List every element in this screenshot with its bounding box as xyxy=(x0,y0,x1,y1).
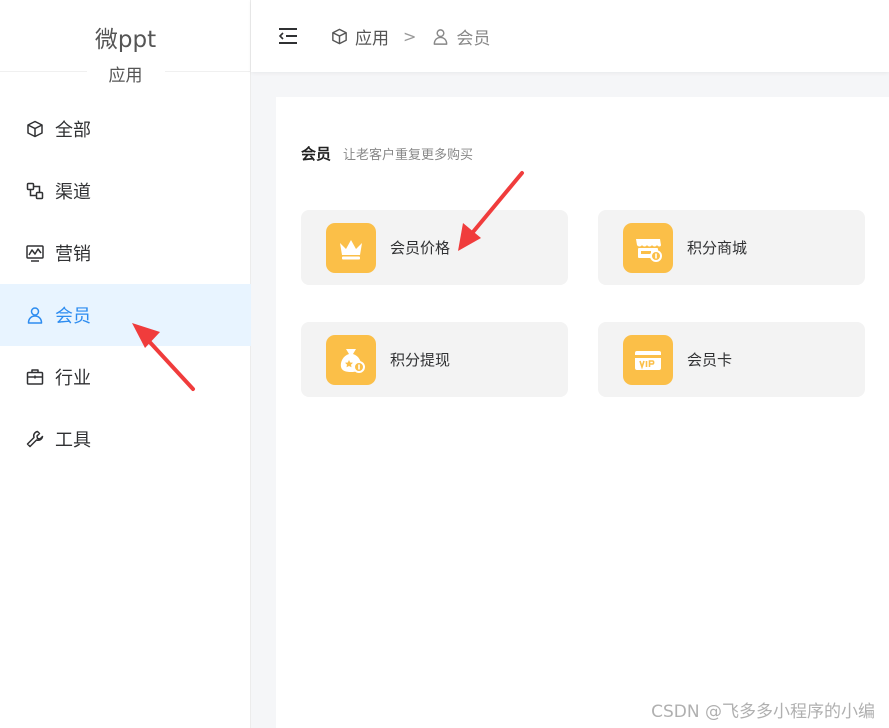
section-header: 会员 让老客户重复更多购买 xyxy=(301,143,473,164)
section-description: 让老客户重复更多购买 xyxy=(343,148,474,163)
sidebar-item-label: 工具 xyxy=(55,430,91,451)
content-panel: 会员 让老客户重复更多购买 会员价格 积分商城 积分提现 会员卡 xyxy=(276,97,889,728)
section-title: 会员 xyxy=(301,145,332,163)
sidebar-menu: 全部 渠道 营销 会员 行业 工具 xyxy=(0,98,251,470)
tile-points-withdraw[interactable]: 积分提现 xyxy=(301,322,568,397)
crown-icon xyxy=(326,222,376,273)
sidebar-item-marketing[interactable]: 营销 xyxy=(0,222,251,284)
sidebar-item-label: 营销 xyxy=(55,244,91,265)
cube-icon xyxy=(329,26,349,46)
sidebar-item-all[interactable]: 全部 xyxy=(0,98,251,160)
sidebar-item-label: 行业 xyxy=(55,368,91,389)
sidebar-item-label: 渠道 xyxy=(55,182,91,203)
chart-monitor-icon xyxy=(24,242,46,264)
sidebar-item-label: 会员 xyxy=(55,306,91,327)
tile-member-card[interactable]: 会员卡 xyxy=(598,322,865,397)
cube-icon xyxy=(24,118,46,140)
sidebar-item-label: 全部 xyxy=(55,120,91,141)
breadcrumb-current: 会员 xyxy=(456,28,491,49)
top-bar: 应用 > 会员 xyxy=(251,0,889,72)
vip-card-icon xyxy=(623,334,673,385)
briefcase-icon xyxy=(24,366,46,388)
sidebar-item-industry[interactable]: 行业 xyxy=(0,346,251,408)
user-icon xyxy=(24,304,46,326)
sidebar-item-member[interactable]: 会员 xyxy=(0,284,251,346)
breadcrumb: 应用 > 会员 xyxy=(329,24,490,49)
tile-label: 积分商城 xyxy=(687,239,748,257)
brand-subtitle: 应用 xyxy=(86,61,165,86)
sidebar-item-channel[interactable]: 渠道 xyxy=(0,160,251,222)
sidebar-item-tools[interactable]: 工具 xyxy=(0,408,251,470)
tile-member-price[interactable]: 会员价格 xyxy=(301,210,568,285)
money-bag-icon xyxy=(326,334,376,385)
store-coin-icon xyxy=(623,222,673,273)
collapse-menu-icon[interactable] xyxy=(277,25,299,47)
watermark: CSDN @飞多多小程序的小编 xyxy=(651,702,875,722)
tile-label: 积分提现 xyxy=(390,351,451,369)
breadcrumb-separator: > xyxy=(403,26,417,46)
wrench-icon xyxy=(24,428,46,450)
sidebar: 微ppt 应用 全部 渠道 营销 会员 行业 工具 xyxy=(0,0,251,728)
brand-name: 微ppt xyxy=(94,27,157,53)
channel-icon xyxy=(24,180,46,202)
tile-label: 会员价格 xyxy=(390,239,451,257)
tile-label: 会员卡 xyxy=(687,351,733,369)
user-icon xyxy=(430,26,450,46)
breadcrumb-root[interactable]: 应用 xyxy=(355,24,389,49)
tile-points-mall[interactable]: 积分商城 xyxy=(598,210,865,285)
brand: 微ppt 应用 xyxy=(0,0,250,86)
